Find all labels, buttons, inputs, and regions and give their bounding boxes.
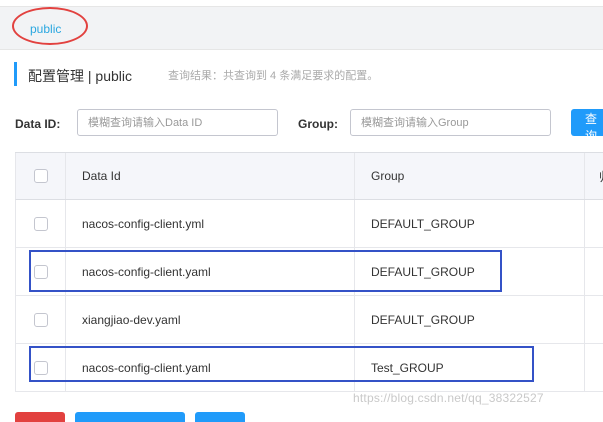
column-header-group[interactable]: Group <box>355 153 585 199</box>
column-header-data-id[interactable]: Data Id <box>66 153 355 199</box>
delete-button[interactable] <box>15 412 65 422</box>
namespace-bar: public <box>0 6 603 50</box>
clone-button[interactable] <box>195 412 245 422</box>
data-id-label: Data ID: <box>15 117 61 131</box>
table-row: xiangjiao-dev.yaml DEFAULT_GROUP <box>15 296 603 344</box>
row-group: DEFAULT_GROUP <box>355 248 585 295</box>
row-group: DEFAULT_GROUP <box>355 296 585 343</box>
table-row: nacos-config-client.yml DEFAULT_GROUP <box>15 200 603 248</box>
row-group: Test_GROUP <box>355 344 585 391</box>
config-table: Data Id Group 归 nacos-config-client.yml … <box>15 152 603 392</box>
row-checkbox[interactable] <box>33 216 48 231</box>
data-id-input[interactable] <box>77 109 278 136</box>
row-checkbox[interactable] <box>33 312 48 327</box>
select-all-checkbox[interactable] <box>33 169 48 183</box>
row-data-id: nacos-config-client.yml <box>66 200 355 247</box>
export-button[interactable] <box>75 412 185 422</box>
table-row: nacos-config-client.yaml DEFAULT_GROUP <box>15 248 603 296</box>
row-checkbox[interactable] <box>33 360 48 375</box>
row-data-id: xiangjiao-dev.yaml <box>66 296 355 343</box>
table-header-row: Data Id Group 归 <box>15 153 603 200</box>
namespace-tab-public[interactable]: public <box>30 22 61 36</box>
row-data-id: nacos-config-client.yaml <box>66 344 355 391</box>
column-header-belongs: 归 <box>585 153 603 199</box>
group-input[interactable] <box>350 109 551 136</box>
row-checkbox[interactable] <box>33 264 48 279</box>
row-data-id: nacos-config-client.yaml <box>66 248 355 295</box>
table-row: nacos-config-client.yaml Test_GROUP <box>15 344 603 392</box>
group-label: Group: <box>298 117 338 131</box>
query-result-text: 查询结果：共查询到 4 条满足要求的配置。 <box>168 70 379 82</box>
watermark: https://blog.csdn.net/qq_38322527 <box>353 391 544 405</box>
row-group: DEFAULT_GROUP <box>355 200 585 247</box>
title-accent-bar <box>14 62 17 86</box>
page-title: 配置管理 | public <box>28 68 132 84</box>
query-button[interactable]: 查询 <box>571 109 603 143</box>
